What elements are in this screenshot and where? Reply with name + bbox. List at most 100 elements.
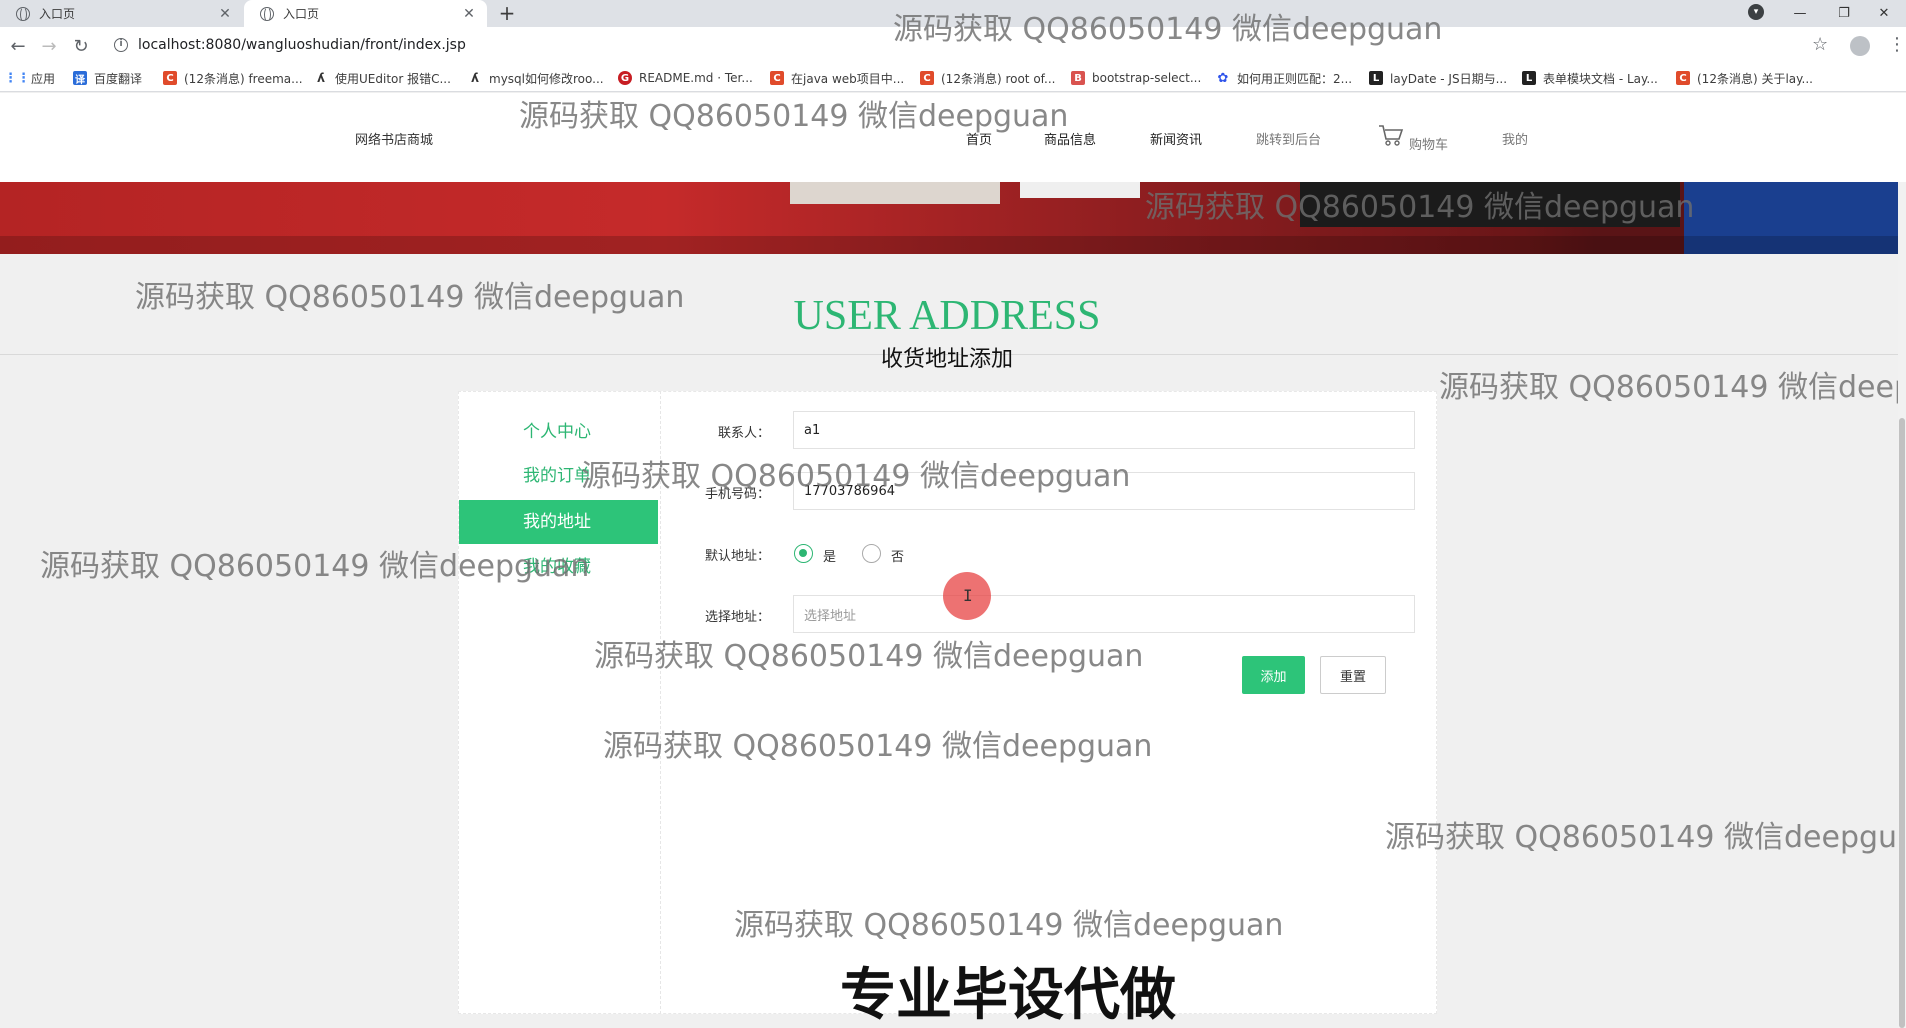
bookmark-item[interactable]: ʎ 使用UEditor 报错C... — [314, 64, 451, 92]
layui-icon: L — [1369, 71, 1383, 85]
contact-label: 联系人： — [717, 426, 770, 441]
address-bar[interactable]: localhost:8080/wangluoshudian/front/inde… — [138, 37, 466, 53]
csdn-icon: C — [163, 71, 177, 85]
reload-icon[interactable]: ↻ — [69, 34, 93, 58]
nav-news[interactable]: 新闻资讯 — [1150, 129, 1202, 148]
tab-title: 入口页 — [283, 7, 320, 21]
bookmark-label: layDate - JS日期与... — [1390, 71, 1508, 86]
bookmark-item[interactable]: C (12条消息) freema... — [163, 64, 303, 92]
bookmark-item[interactable]: C (12条消息) 关于lay... — [1676, 64, 1813, 92]
tab-search-icon[interactable]: ▾ — [1748, 4, 1764, 20]
apps-grid-icon: ⋮⋮ — [4, 70, 30, 86]
nav-admin[interactable]: 跳转到后台 — [1256, 129, 1321, 148]
sidebar-item-favorites[interactable]: 我的收藏 — [459, 545, 658, 589]
paw-icon: ✿ — [1217, 70, 1229, 86]
bookmark-item[interactable]: ✿ 如何用正则匹配：2... — [1216, 64, 1353, 92]
add-button[interactable]: 添加 — [1242, 656, 1305, 694]
csdn-icon: C — [770, 71, 784, 85]
browser-tab-2[interactable]: 入口页 ✕ — [244, 0, 487, 27]
forward-arrow-icon[interactable]: → — [37, 34, 61, 58]
browser-tab-1[interactable]: 入口页 ✕ — [0, 0, 243, 27]
bookmark-label: (12条消息) root of... — [941, 71, 1056, 86]
banner-kindle — [1300, 182, 1680, 227]
user-sidebar: 个人中心 我的订单 我的地址 我的收藏 — [458, 391, 661, 1014]
bookmark-label: 使用UEditor 报错C... — [335, 71, 451, 86]
globe-icon — [260, 6, 274, 22]
bookmark-item[interactable]: C (12条消息) root of... — [920, 64, 1055, 92]
restore-button[interactable]: ❐ — [1822, 0, 1866, 27]
bookmark-label: 表单模块文档 - Lay... — [1543, 71, 1658, 86]
bookmark-item[interactable]: B bootstrap-select... — [1071, 64, 1201, 92]
banner-image — [0, 182, 1898, 254]
menu-kebab-icon[interactable]: ⋮ — [1888, 34, 1906, 55]
bookmark-item[interactable]: C 在java web项目中... — [770, 64, 904, 92]
csdn-icon: C — [1676, 71, 1690, 85]
window-close-button[interactable]: ✕ — [1862, 0, 1906, 27]
banner-book — [1020, 182, 1140, 198]
nav-cart[interactable]: 购物车 — [1409, 134, 1448, 153]
profile-avatar[interactable] — [1850, 36, 1870, 56]
sidebar-item-orders[interactable]: 我的订单 — [459, 454, 658, 498]
bookmark-label: 在java web项目中... — [791, 71, 905, 86]
caption-overlay: 专业毕设代做 — [840, 963, 1176, 1028]
address-select[interactable]: 选择地址 — [793, 595, 1415, 633]
bookmark-apps[interactable]: ⋮⋮ 应用 — [4, 64, 56, 92]
sidebar-item-address[interactable]: 我的地址 — [459, 500, 658, 544]
close-icon[interactable]: ✕ — [461, 6, 477, 22]
bookmark-label: (12条消息) freema... — [184, 71, 303, 86]
bookmark-label: 应用 — [31, 71, 56, 86]
new-tab-button[interactable]: + — [495, 2, 519, 24]
reset-button[interactable]: 重置 — [1320, 656, 1386, 694]
bookmark-item[interactable]: L layDate - JS日期与... — [1369, 64, 1507, 92]
scrollbar-thumb[interactable] — [1899, 418, 1905, 1028]
layui-icon: L — [1522, 71, 1536, 85]
phone-field[interactable]: 17703786964 — [793, 472, 1415, 510]
watermark: 源码获取 QQ86050149 微信deepguan — [1385, 820, 1898, 855]
tool-icon: ʎ — [471, 71, 479, 85]
banner-shadow — [0, 236, 1898, 254]
tool-icon: ʎ — [317, 71, 325, 85]
default-no-label[interactable]: 否 — [891, 546, 904, 565]
default-no-radio[interactable] — [862, 544, 881, 563]
site-header: 网络书店商城 首页 商品信息 新闻资讯 跳转到后台 购物车 我的 — [0, 93, 1906, 182]
nav-products[interactable]: 商品信息 — [1044, 129, 1096, 148]
bookmark-label: 如何用正则匹配：2... — [1237, 71, 1353, 86]
info-icon[interactable]: i — [114, 38, 128, 52]
bookmark-label: bootstrap-select... — [1092, 71, 1202, 85]
close-icon[interactable]: ✕ — [217, 6, 233, 22]
bookmark-star-icon[interactable]: ☆ — [1812, 34, 1828, 55]
sidebar-item-user-center[interactable]: 个人中心 — [459, 410, 658, 454]
bookmark-label: mysql如何修改roo... — [489, 71, 604, 86]
default-yes-label[interactable]: 是 — [823, 546, 836, 565]
bootstrap-icon: B — [1071, 71, 1085, 85]
page-scrollbar[interactable] — [1898, 182, 1906, 1028]
browser-toolbar: ← → ↻ i localhost:8080/wangluoshudian/fr… — [0, 27, 1906, 64]
minimize-button[interactable]: — — [1778, 0, 1822, 27]
bookmarks-bar: ⋮⋮ 应用 译 百度翻译 C (12条消息) freema... ʎ 使用UEd… — [0, 64, 1906, 92]
cart-icon[interactable] — [1378, 123, 1404, 147]
page-title: 收货地址添加 — [880, 347, 1013, 372]
csdn-icon: C — [920, 71, 934, 85]
bookmark-item[interactable]: 译 百度翻译 — [73, 64, 142, 92]
globe-icon — [16, 6, 30, 22]
default-address-label: 默认地址： — [704, 549, 770, 564]
default-yes-radio[interactable] — [794, 544, 813, 563]
page-title-en: USER ADDRESS — [793, 293, 1101, 339]
bookmark-label: 百度翻译 — [94, 71, 143, 86]
gitee-icon: G — [618, 71, 632, 85]
contact-field[interactable]: a1 — [793, 411, 1415, 449]
back-arrow-icon[interactable]: ← — [6, 34, 30, 58]
bookmark-item[interactable]: G README.md · Ter... — [618, 64, 753, 92]
bookmark-label: (12条消息) 关于lay... — [1697, 71, 1813, 86]
tab-title: 入口页 — [39, 7, 76, 21]
bookmark-item[interactable]: L 表单模块文档 - Lay... — [1522, 64, 1658, 92]
browser-tab-bar: 入口页 ✕ 入口页 ✕ + ▾ — ❐ ✕ — [0, 0, 1906, 27]
banner-book — [790, 182, 1000, 204]
site-logo[interactable]: 网络书店商城 — [355, 129, 433, 148]
bookmark-item[interactable]: ʎ mysql如何修改roo... — [468, 64, 604, 92]
nav-home[interactable]: 首页 — [966, 129, 992, 148]
address-label: 选择地址： — [704, 610, 770, 625]
text-cursor-icon: I — [963, 586, 973, 605]
nav-mine[interactable]: 我的 — [1502, 129, 1528, 148]
translate-icon: 译 — [73, 71, 87, 86]
